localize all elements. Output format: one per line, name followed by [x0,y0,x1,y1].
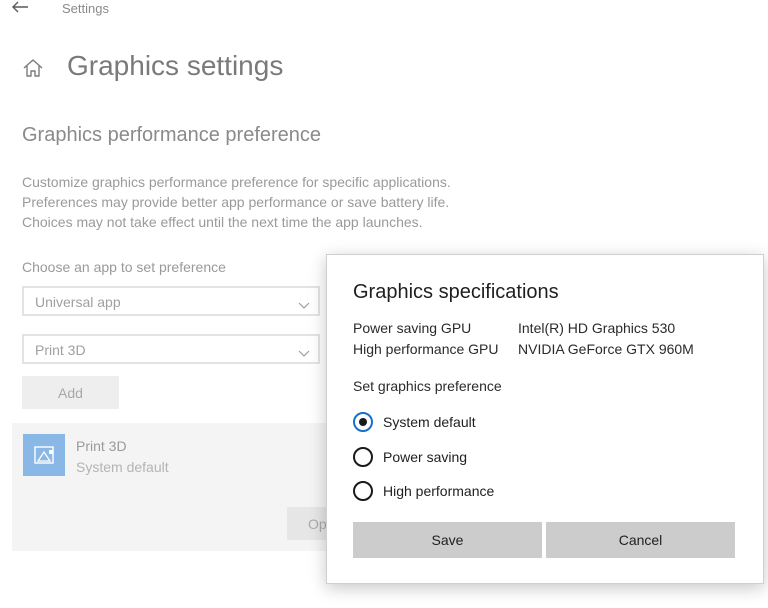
cancel-button[interactable]: Cancel [546,522,735,558]
choose-app-label: Choose an app to set preference [22,259,226,275]
description-line: Choices may not take effect until the ne… [22,214,423,230]
spec-value: Intel(R) HD Graphics 530 [518,320,676,336]
radio-label: High performance [383,483,495,499]
preference-label: Set graphics preference [353,378,502,394]
spec-value: NVIDIA GeForce GTX 960M [518,341,694,357]
settings-window: Settings Graphics settings Graphics perf… [0,0,768,608]
radio-system-default[interactable]: System default [353,411,476,433]
spec-row: Power saving GPU Intel(R) HD Graphics 530 [353,320,675,336]
radio-circle[interactable] [353,412,373,432]
app-type-dropdown[interactable]: Universal app [22,286,320,316]
app-dropdown[interactable]: Print 3D [22,334,320,364]
chevron-down-icon [298,345,310,357]
app-name: Print 3D [76,438,127,454]
print-3d-icon [23,434,65,476]
description-line: Preferences may provide better app perfo… [22,194,450,210]
radio-high-performance[interactable]: High performance [353,480,494,502]
graphics-specifications-dialog: Graphics specifications Power saving GPU… [326,254,764,584]
back-arrow-icon[interactable] [10,0,30,14]
description-line: Customize graphics performance preferenc… [22,174,451,190]
chevron-down-icon [298,297,310,309]
save-button[interactable]: Save [353,522,542,558]
radio-circle[interactable] [353,481,373,501]
spec-key: Power saving GPU [353,320,472,336]
app-preference: System default [76,459,169,475]
window-title: Settings [62,1,109,16]
description: Customize graphics performance preferenc… [22,172,542,232]
radio-circle[interactable] [353,447,373,467]
dialog-title: Graphics specifications [353,281,559,303]
app-value: Print 3D [35,342,86,358]
options-button[interactable]: Options [287,507,331,540]
home-icon [22,57,44,79]
list-item[interactable]: Print 3D System default [12,423,330,551]
radio-label: System default [383,414,476,430]
spec-key: High performance GPU [353,341,499,357]
radio-power-saving[interactable]: Power saving [353,446,467,468]
app-type-value: Universal app [35,294,121,310]
add-button[interactable]: Add [22,376,119,409]
page-title: Graphics settings [67,50,284,81]
radio-label: Power saving [383,449,468,465]
spec-row: High performance GPU NVIDIA GeForce GTX 9… [353,341,694,357]
section-title: Graphics performance preference [22,124,322,146]
